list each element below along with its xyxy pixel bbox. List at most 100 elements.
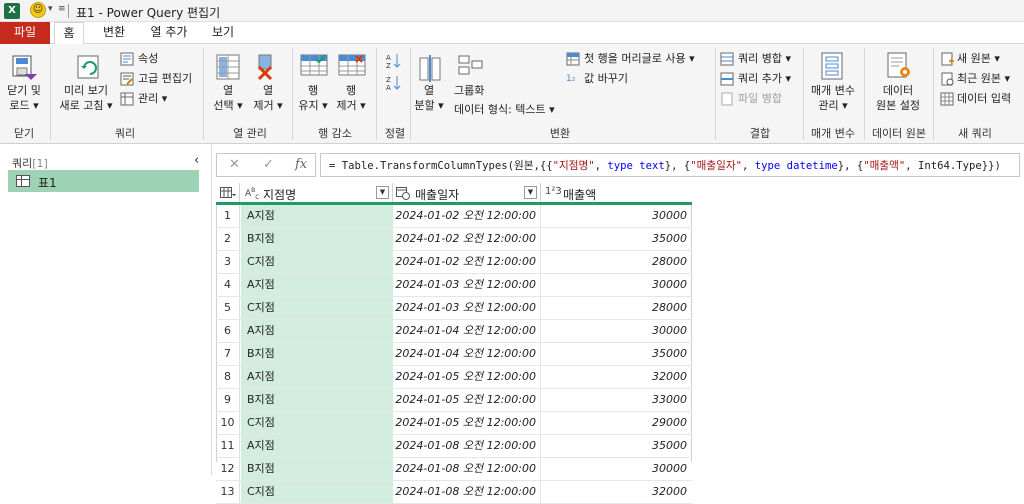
column-filter-dropdown[interactable]: ▼ (376, 186, 389, 199)
cell-sales-date[interactable]: 2024-01-05 오전 12:00:00 (393, 389, 541, 411)
merge-queries-label: 쿼리 병합 ▾ (738, 52, 791, 65)
fx-icon[interactable]: fx (295, 157, 307, 172)
cell-branch[interactable]: B지점 (241, 389, 393, 411)
table-row[interactable]: 8 A지점 2024-01-05 오전 12:00:00 32000 (216, 366, 692, 389)
cell-sales-amount[interactable]: 30000 (541, 458, 691, 480)
table-row[interactable]: 12 B지점 2024-01-08 오전 12:00:00 30000 (216, 458, 692, 481)
cell-branch[interactable]: B지점 (241, 228, 393, 250)
refresh-preview-icon (77, 55, 99, 79)
cell-sales-date[interactable]: 2024-01-02 오전 12:00:00 (393, 251, 541, 273)
cell-branch[interactable]: B지점 (241, 458, 393, 480)
customize-toolbar-icon[interactable]: ≡ (58, 4, 66, 14)
cell-sales-amount[interactable]: 30000 (541, 205, 691, 227)
row-number: 1 (216, 205, 240, 227)
cell-branch[interactable]: C지점 (241, 251, 393, 273)
cell-sales-amount[interactable]: 35000 (541, 228, 691, 250)
row-number: 2 (216, 228, 240, 250)
cell-branch[interactable]: A지점 (241, 366, 393, 388)
cell-branch[interactable]: A지점 (241, 320, 393, 342)
collapse-pane-icon[interactable]: ‹ (194, 153, 199, 168)
close-apply-icon (12, 55, 37, 80)
cell-sales-date[interactable]: 2024-01-05 오전 12:00:00 (393, 366, 541, 388)
cancel-formula-button[interactable]: ✕ (229, 157, 240, 172)
cell-branch[interactable]: C지점 (241, 297, 393, 319)
cell-sales-amount[interactable]: 32000 (541, 481, 691, 503)
cell-sales-date[interactable]: 2024-01-08 오전 12:00:00 (393, 458, 541, 480)
data-type-dropdown[interactable]: 데이터 형식: 텍스트 ▾ (454, 103, 555, 117)
remove-columns-label-2: 제거 ▾ (253, 99, 283, 112)
tab-transform[interactable]: 변환 (96, 22, 132, 44)
column-header-branch[interactable]: ABC 지점명 ▼ (241, 183, 393, 202)
refresh-preview-label-1: 미리 보기 (64, 84, 108, 97)
cell-branch[interactable]: C지점 (241, 412, 393, 434)
group-parameters: 매개 변수 (811, 127, 855, 140)
cell-branch[interactable]: A지점 (241, 205, 393, 227)
tab-home[interactable]: 홈 (54, 22, 84, 45)
cell-sales-amount[interactable]: 28000 (541, 297, 691, 319)
row-number: 3 (216, 251, 240, 273)
table-row[interactable]: 11 A지점 2024-01-08 오전 12:00:00 35000 (216, 435, 692, 458)
merge-queries-icon (720, 52, 734, 66)
cell-sales-amount[interactable]: 28000 (541, 251, 691, 273)
query-item-table1[interactable]: 표1 (8, 170, 199, 192)
tab-add-column[interactable]: 열 추가 (144, 22, 194, 44)
table-row[interactable]: 13 C지점 2024-01-08 오전 12:00:00 32000 (216, 481, 692, 504)
cell-sales-date[interactable]: 2024-01-03 오전 12:00:00 (393, 297, 541, 319)
cell-sales-date[interactable]: 2024-01-05 오전 12:00:00 (393, 412, 541, 434)
cell-branch[interactable]: C지점 (241, 481, 393, 503)
cell-sales-amount[interactable]: 30000 (541, 320, 691, 342)
excel-app-icon: X (4, 3, 20, 19)
group-transform: 변환 (549, 127, 571, 140)
cell-sales-amount[interactable]: 30000 (541, 274, 691, 296)
table-row[interactable]: 5 C지점 2024-01-03 오전 12:00:00 28000 (216, 297, 692, 320)
table-row[interactable]: 6 A지점 2024-01-04 오전 12:00:00 30000 (216, 320, 692, 343)
cell-sales-date[interactable]: 2024-01-04 오전 12:00:00 (393, 343, 541, 365)
cell-sales-amount[interactable]: 35000 (541, 435, 691, 457)
cell-branch[interactable]: A지점 (241, 274, 393, 296)
cell-sales-date[interactable]: 2024-01-08 오전 12:00:00 (393, 435, 541, 457)
row-number: 13 (216, 481, 240, 503)
group-separator (50, 48, 51, 140)
tab-view[interactable]: 보기 (206, 22, 240, 44)
table-row[interactable]: 3 C지점 2024-01-02 오전 12:00:00 28000 (216, 251, 692, 274)
ribbon: 닫기 및 로드 ▾ 닫기 미리 보기 새로 고침 ▾ 속성 고급 편집기 관리 … (0, 44, 1024, 144)
column-header-sales-date[interactable]: 매출일자 ▼ (393, 183, 541, 202)
column-header-sales-amount[interactable]: 1²3 매출액 (541, 183, 691, 202)
refresh-preview-label-2: 새로 고침 ▾ (59, 99, 113, 112)
choose-columns-icon (216, 54, 240, 80)
table-row[interactable]: 1 A지점 2024-01-02 오전 12:00:00 30000 (216, 205, 692, 228)
table-row[interactable]: 4 A지점 2024-01-03 오전 12:00:00 30000 (216, 274, 692, 297)
cell-sales-amount[interactable]: 29000 (541, 412, 691, 434)
table-row[interactable]: 7 B지점 2024-01-04 오전 12:00:00 35000 (216, 343, 692, 366)
cell-sales-date[interactable]: 2024-01-03 오전 12:00:00 (393, 274, 541, 296)
cell-sales-amount[interactable]: 35000 (541, 343, 691, 365)
queries-pane: 쿼리[1] ‹ 표1 (0, 145, 212, 475)
formula-buttons: ✕ ✓ fx (216, 153, 316, 177)
combine-files-icon (721, 92, 733, 106)
table-row[interactable]: 10 C지점 2024-01-05 오전 12:00:00 29000 (216, 412, 692, 435)
confirm-formula-button[interactable]: ✓ (263, 157, 274, 172)
table-row[interactable]: 9 B지점 2024-01-05 오전 12:00:00 33000 (216, 389, 692, 412)
cell-sales-date[interactable]: 2024-01-08 오전 12:00:00 (393, 481, 541, 503)
cell-sales-date[interactable]: 2024-01-02 오전 12:00:00 (393, 205, 541, 227)
group-separator (376, 48, 377, 140)
dropdown-arrow-icon[interactable]: ▾ (48, 4, 53, 14)
table-menu-button[interactable] (216, 183, 240, 202)
cell-branch[interactable]: A지점 (241, 435, 393, 457)
cell-branch[interactable]: B지점 (241, 343, 393, 365)
cell-sales-date[interactable]: 2024-01-02 오전 12:00:00 (393, 228, 541, 250)
smiley-feedback-icon[interactable]: ☺ (30, 2, 46, 18)
tab-file[interactable]: 파일 (0, 22, 50, 44)
manage-parameters-label-1: 매개 변수 (811, 84, 855, 97)
queries-count: [1] (32, 157, 48, 170)
table-icon (16, 175, 30, 187)
formula-input[interactable]: = Table.TransformColumnTypes(원본,{{"지점명",… (320, 153, 1020, 177)
properties-icon (120, 52, 134, 66)
cell-sales-amount[interactable]: 33000 (541, 389, 691, 411)
cell-sales-date[interactable]: 2024-01-04 오전 12:00:00 (393, 320, 541, 342)
column-filter-dropdown[interactable]: ▼ (524, 186, 537, 199)
cell-sales-amount[interactable]: 32000 (541, 366, 691, 388)
table-row[interactable]: 2 B지점 2024-01-02 오전 12:00:00 35000 (216, 228, 692, 251)
replace-values-icon: 1₂ (566, 74, 576, 84)
manage-parameters-icon (821, 52, 843, 80)
